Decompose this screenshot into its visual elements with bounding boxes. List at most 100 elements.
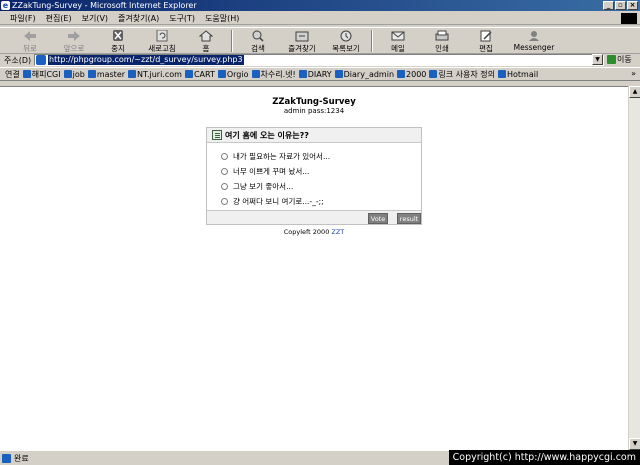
favorites-button[interactable]: 즐겨찾기 <box>280 28 324 54</box>
stop-icon <box>113 30 123 41</box>
menu-help[interactable]: 도움말(H) <box>205 13 239 24</box>
edit-button[interactable]: 편집 <box>464 28 508 54</box>
page-icon <box>251 70 260 78</box>
page-icon <box>429 70 438 78</box>
back-arrow-icon <box>24 31 36 41</box>
copyright-watermark: Copyright(c) http://www.happycgi.com <box>448 450 640 465</box>
address-input[interactable]: http://phpgroup.com/~zzt/d_survey/survey… <box>34 54 604 66</box>
page-icon <box>87 70 96 78</box>
go-arrow-icon <box>607 55 616 64</box>
page-icon <box>497 70 506 78</box>
toolbar-separator <box>371 30 373 52</box>
link-item[interactable]: DIARY <box>298 70 332 79</box>
vertical-scrollbar[interactable]: ▲ ▼ <box>628 86 640 450</box>
history-icon <box>340 30 352 42</box>
link-item[interactable]: 링크 사용자 정의 <box>429 69 495 80</box>
page-icon <box>184 70 193 78</box>
maximize-button[interactable]: ▫ <box>615 1 626 10</box>
scroll-up-button[interactable]: ▲ <box>629 86 640 98</box>
menu-edit[interactable]: 편집(E) <box>46 13 72 24</box>
close-button[interactable]: × <box>627 1 638 10</box>
home-button[interactable]: 홈 <box>184 28 228 54</box>
messenger-icon <box>529 31 539 41</box>
address-dropdown-button[interactable]: ▼ <box>592 54 603 65</box>
windows-logo-icon <box>621 13 637 24</box>
refresh-icon <box>156 30 168 42</box>
stop-button[interactable]: 중지 <box>96 28 140 54</box>
address-label: 주소(D) <box>4 55 32 65</box>
link-item[interactable]: Diary_admin <box>334 70 394 79</box>
link-item[interactable]: 차수리.넷! <box>251 69 296 80</box>
mail-button[interactable]: 메일 <box>376 28 420 54</box>
radio-button[interactable] <box>221 153 228 160</box>
radio-button[interactable] <box>221 183 228 190</box>
page-icon <box>397 70 406 78</box>
zzt-link[interactable]: ZZT <box>331 228 344 236</box>
forward-arrow-icon <box>68 31 80 41</box>
links-bar: 연결 해피CGI job master NT.juri.com CART Org… <box>0 67 640 81</box>
link-item[interactable]: CART <box>184 70 215 79</box>
menu-file[interactable]: 파일(F) <box>10 13 36 24</box>
page-icon <box>36 55 46 65</box>
browser-window: e ZZakTung-Survey - Microsoft Internet E… <box>0 0 640 465</box>
address-bar: 주소(D) http://phpgroup.com/~zzt/d_survey/… <box>0 53 640 67</box>
messenger-button[interactable]: Messenger <box>508 28 560 54</box>
refresh-button[interactable]: 새로고침 <box>140 28 184 54</box>
print-icon <box>435 30 449 41</box>
vote-button[interactable]: Vote <box>368 213 388 224</box>
print-button[interactable]: 인쇄 <box>420 28 464 54</box>
toolbar-separator <box>231 30 233 52</box>
window-controls: _ ▫ × <box>603 1 638 10</box>
poll-option[interactable]: 걍 어쩌다 보니 여기로...-_-;; <box>221 194 421 209</box>
status-text: 완료 <box>14 453 29 463</box>
page-icon <box>334 70 343 78</box>
links-label: 연결 <box>5 69 20 79</box>
menu-bar: 파일(F) 편집(E) 보기(V) 즐겨찾기(A) 도구(T) 도움말(H) <box>0 12 640 25</box>
window-title: ZZakTung-Survey - Microsoft Internet Exp… <box>12 1 197 10</box>
toolbar: 뒤로 앞으로 중지 새로고침 홈 검색 즐겨찾기 목록보기 메일 인쇄 편집 M… <box>0 27 640 54</box>
poll-box: 여기 홈에 오는 이유는?? 내가 필요하는 자료가 있어서... 너무 이쁘게… <box>206 127 422 225</box>
edit-icon <box>480 30 492 42</box>
forward-button[interactable]: 앞으로 <box>52 28 96 54</box>
poll-header: 여기 홈에 오는 이유는?? <box>207 128 421 143</box>
link-item[interactable]: Orgio <box>217 70 249 79</box>
poll-footer: Vote result <box>207 210 421 224</box>
menu-tools[interactable]: 도구(T) <box>169 13 195 24</box>
minimize-button[interactable]: _ <box>603 1 614 10</box>
page-icon <box>128 70 137 78</box>
page-icon <box>217 70 226 78</box>
link-item[interactable]: 2000 <box>397 70 426 79</box>
links-more-button[interactable]: » <box>631 69 636 78</box>
link-item[interactable]: job <box>63 70 85 79</box>
menu-favorites[interactable]: 즐겨찾기(A) <box>118 13 159 24</box>
search-icon <box>252 30 264 42</box>
poll-option[interactable]: 너무 이쁘게 꾸며 놨서... <box>221 164 421 179</box>
link-item[interactable]: master <box>87 70 125 79</box>
favorites-icon <box>295 31 309 42</box>
back-button[interactable]: 뒤로 <box>8 28 52 54</box>
home-icon <box>199 30 213 42</box>
poll-option[interactable]: 그냥 보기 좋아서... <box>221 179 421 194</box>
link-item[interactable]: 해피CGI <box>22 69 61 80</box>
radio-button[interactable] <box>221 168 228 175</box>
link-item[interactable]: Hotmail <box>497 70 538 79</box>
menu-view[interactable]: 보기(V) <box>82 13 108 24</box>
page-icon <box>2 453 11 463</box>
poll-options: 내가 필요하는 자료가 있어서... 너무 이쁘게 꾸며 놨서... 그냥 보기… <box>207 143 421 209</box>
poll-question: 여기 홈에 오는 이유는?? <box>225 130 309 140</box>
result-button[interactable]: result <box>397 213 421 224</box>
history-button[interactable]: 목록보기 <box>324 28 368 54</box>
document-icon <box>212 130 222 140</box>
page-icon <box>22 70 31 78</box>
address-url[interactable]: http://phpgroup.com/~zzt/d_survey/survey… <box>48 55 244 65</box>
poll-option[interactable]: 내가 필요하는 자료가 있어서... <box>221 149 421 164</box>
radio-button[interactable] <box>221 198 228 205</box>
page-content: ZZakTung-Survey admin pass:1234 여기 홈에 오는… <box>0 86 628 450</box>
go-button[interactable]: 이동 <box>607 54 632 65</box>
link-item[interactable]: NT.juri.com <box>128 70 182 79</box>
search-button[interactable]: 검색 <box>236 28 280 54</box>
scroll-down-button[interactable]: ▼ <box>629 438 640 450</box>
title-bar: e ZZakTung-Survey - Microsoft Internet E… <box>0 0 640 11</box>
page-icon <box>63 70 72 78</box>
ie-logo-icon: e <box>1 1 10 10</box>
